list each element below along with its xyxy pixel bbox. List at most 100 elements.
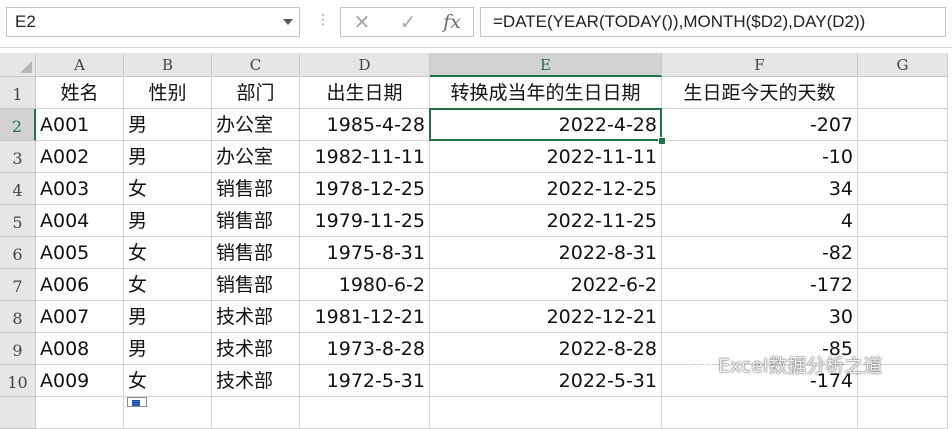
cell-d7[interactable]: 1980-6-2 [300, 269, 430, 301]
formula-bar-grip-icon[interactable]: ⋮ [316, 12, 331, 28]
cell-f7[interactable]: -172 [662, 269, 858, 301]
cell-c10[interactable]: 技术部 [212, 365, 300, 397]
cell-f6[interactable]: -82 [662, 237, 858, 269]
name-box[interactable]: E2 [6, 7, 300, 37]
cell-g2[interactable] [858, 109, 948, 141]
column-header-e[interactable]: E [430, 53, 662, 77]
cell-c3[interactable]: 办公室 [212, 141, 300, 173]
cell-row-11[interactable] [430, 397, 662, 429]
row-header-7[interactable]: 7 [0, 269, 36, 301]
cell-row-11[interactable] [36, 397, 124, 429]
cell-e6[interactable]: 2022-8-31 [430, 237, 662, 269]
enter-check-icon[interactable]: ✓ [391, 9, 425, 35]
cell-c2[interactable]: 办公室 [212, 109, 300, 141]
cell-c1[interactable]: 部门 [212, 77, 300, 109]
row-header-8[interactable]: 8 [0, 301, 36, 333]
cell-d10[interactable]: 1972-5-31 [300, 365, 430, 397]
cell-g8[interactable] [858, 301, 948, 333]
formula-input[interactable]: =DATE(YEAR(TODAY()),MONTH($D2),DAY(D2)) [480, 7, 946, 37]
cell-a10[interactable]: A009 [36, 365, 124, 397]
cell-b9[interactable]: 男 [124, 333, 212, 365]
cell-b3[interactable]: 男 [124, 141, 212, 173]
cell-a1[interactable]: 姓名 [36, 77, 124, 109]
column-header-c[interactable]: C [212, 53, 300, 77]
row-header-3[interactable]: 3 [0, 141, 36, 173]
cell-b1[interactable]: 性别 [124, 77, 212, 109]
row-header-5[interactable]: 5 [0, 205, 36, 237]
cell-b6[interactable]: 女 [124, 237, 212, 269]
cell-f8[interactable]: 30 [662, 301, 858, 333]
column-header-a[interactable]: A [36, 53, 124, 77]
cell-c9[interactable]: 技术部 [212, 333, 300, 365]
cell-b5[interactable]: 男 [124, 205, 212, 237]
fill-handle[interactable] [658, 137, 666, 145]
cell-g3[interactable] [858, 141, 948, 173]
insert-function-icon[interactable]: fx [435, 9, 469, 35]
cell-a3[interactable]: A002 [36, 141, 124, 173]
cell-d4[interactable]: 1978-12-25 [300, 173, 430, 205]
row-header-2[interactable]: 2 [0, 109, 36, 141]
cell-a8[interactable]: A007 [36, 301, 124, 333]
cell-e2[interactable]: 2022-4-28 [430, 109, 662, 141]
cell-f5[interactable]: 4 [662, 205, 858, 237]
column-header-f[interactable]: F [662, 53, 858, 77]
cell-e9[interactable]: 2022-8-28 [430, 333, 662, 365]
cell-row-11[interactable] [662, 397, 858, 429]
cell-d9[interactable]: 1973-8-28 [300, 333, 430, 365]
cell-c4[interactable]: 销售部 [212, 173, 300, 205]
cell-c6[interactable]: 销售部 [212, 237, 300, 269]
cell-a2[interactable]: A001 [36, 109, 124, 141]
cell-g6[interactable] [858, 237, 948, 269]
column-header-d[interactable]: D [300, 53, 430, 77]
cell-b4[interactable]: 女 [124, 173, 212, 205]
cell-g7[interactable] [858, 269, 948, 301]
cell-a5[interactable]: A004 [36, 205, 124, 237]
cell-e7[interactable]: 2022-6-2 [430, 269, 662, 301]
select-all-corner[interactable] [0, 53, 36, 77]
cell-d5[interactable]: 1979-11-25 [300, 205, 430, 237]
cell-d3[interactable]: 1982-11-11 [300, 141, 430, 173]
cell-row-11[interactable] [300, 397, 430, 429]
paste-options-icon[interactable] [127, 397, 147, 407]
row-header-9[interactable]: 9 [0, 333, 36, 365]
cell-g5[interactable] [858, 205, 948, 237]
cell-a6[interactable]: A005 [36, 237, 124, 269]
cell-row-11[interactable] [858, 397, 948, 429]
cell-d1[interactable]: 出生日期 [300, 77, 430, 109]
column-header-b[interactable]: B [124, 53, 212, 77]
cancel-icon[interactable]: ✕ [345, 9, 379, 35]
cell-a9[interactable]: A008 [36, 333, 124, 365]
cell-d6[interactable]: 1975-8-31 [300, 237, 430, 269]
chevron-down-icon[interactable] [283, 19, 293, 25]
cell-a4[interactable]: A003 [36, 173, 124, 205]
cell-g1[interactable] [858, 77, 948, 109]
cell-f3[interactable]: -10 [662, 141, 858, 173]
cell-c8[interactable]: 技术部 [212, 301, 300, 333]
cell-a7[interactable]: A006 [36, 269, 124, 301]
cell-e10[interactable]: 2022-5-31 [430, 365, 662, 397]
cell-e5[interactable]: 2022-11-25 [430, 205, 662, 237]
row-header-4[interactable]: 4 [0, 173, 36, 205]
cell-e4[interactable]: 2022-12-25 [430, 173, 662, 205]
cell-b8[interactable]: 男 [124, 301, 212, 333]
row-header-10[interactable]: 10 [0, 365, 36, 397]
cell-b7[interactable]: 女 [124, 269, 212, 301]
cell-e8[interactable]: 2022-12-21 [430, 301, 662, 333]
cell-row-11[interactable] [212, 397, 300, 429]
column-header-g[interactable]: G [858, 53, 948, 77]
cell-e3[interactable]: 2022-11-11 [430, 141, 662, 173]
cell-f1[interactable]: 生日距今天的天数 [662, 77, 858, 109]
row-header-11[interactable] [0, 397, 36, 429]
cell-b10[interactable]: 女 [124, 365, 212, 397]
cell-f4[interactable]: 34 [662, 173, 858, 205]
cell-e1[interactable]: 转换成当年的生日日期 [430, 77, 662, 109]
row-header-6[interactable]: 6 [0, 237, 36, 269]
row-header-1[interactable]: 1 [0, 77, 36, 109]
cell-d8[interactable]: 1981-12-21 [300, 301, 430, 333]
cell-f2[interactable]: -207 [662, 109, 858, 141]
cell-b2[interactable]: 男 [124, 109, 212, 141]
cell-g4[interactable] [858, 173, 948, 205]
cell-d2[interactable]: 1985-4-28 [300, 109, 430, 141]
cell-c7[interactable]: 销售部 [212, 269, 300, 301]
cell-c5[interactable]: 销售部 [212, 205, 300, 237]
